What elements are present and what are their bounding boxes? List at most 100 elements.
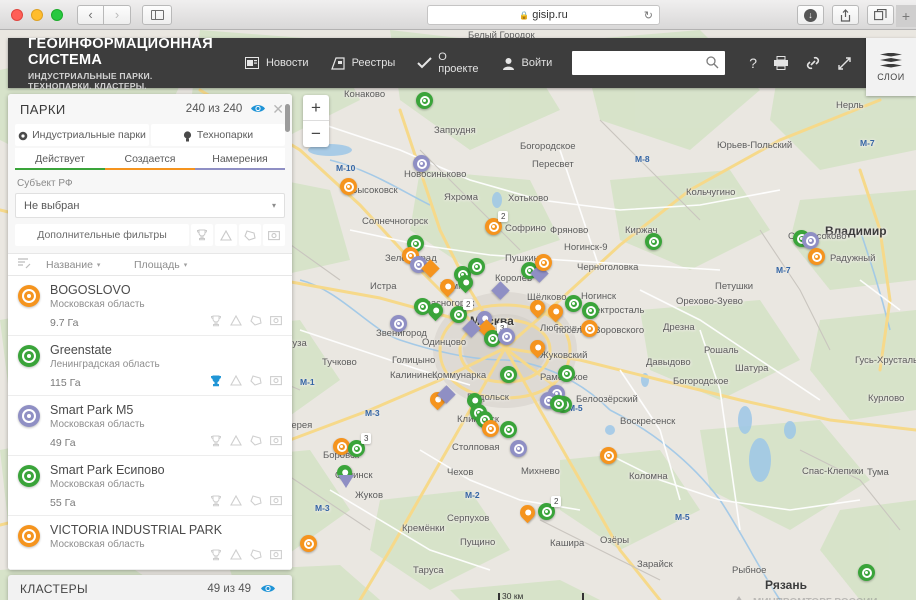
mountain-icon[interactable] — [228, 373, 243, 388]
map-marker-circle[interactable] — [340, 178, 357, 195]
map-marker-circle[interactable] — [581, 320, 598, 337]
polygon-icon[interactable] — [239, 224, 261, 246]
map-marker-pin[interactable] — [544, 300, 567, 323]
mountain-icon[interactable] — [228, 433, 243, 448]
map-marker-triangle[interactable] — [338, 475, 354, 488]
toggle-technoparks[interactable]: Технопарки — [151, 124, 285, 146]
map-marker-circle[interactable] — [600, 447, 617, 464]
map-marker-circle[interactable] — [468, 258, 485, 275]
map-marker-circle[interactable] — [558, 365, 575, 382]
trophy-icon[interactable] — [208, 313, 223, 328]
nav-item-registry[interactable]: Реестры — [331, 56, 395, 70]
nav-item-login[interactable]: Войти — [501, 57, 552, 70]
map-marker-circle[interactable] — [498, 328, 515, 345]
map-marker-circle[interactable] — [535, 254, 552, 271]
close-icon[interactable]: ✕ — [272, 102, 284, 116]
map-marker-circle[interactable] — [802, 232, 819, 249]
park-list-item[interactable]: Smart Park Есипово Московская область 55 Г… — [8, 456, 292, 516]
scrollbar-thumb[interactable] — [285, 104, 290, 132]
forward-button[interactable]: › — [104, 4, 131, 25]
map-marker-pin[interactable] — [454, 271, 477, 294]
tab-active[interactable]: Действует — [15, 148, 105, 170]
print-icon[interactable] — [773, 56, 789, 70]
column-area[interactable]: Площадь ▾ — [134, 259, 187, 271]
photo-icon[interactable] — [268, 493, 283, 508]
map-marker-circle[interactable] — [482, 420, 499, 437]
map-marker-circle[interactable] — [300, 535, 317, 552]
polygon-icon[interactable] — [248, 433, 263, 448]
map-marker-circle[interactable] — [416, 92, 433, 109]
column-name[interactable]: Название ▾ — [46, 259, 134, 271]
mountain-icon[interactable] — [228, 493, 243, 508]
extra-filters-button[interactable]: Дополнительные фильтры — [15, 224, 189, 246]
reload-icon[interactable]: ↻ — [644, 9, 653, 22]
search-input[interactable] — [572, 51, 726, 75]
downloads-button[interactable]: ↓ — [797, 5, 824, 25]
park-list-item[interactable]: Greenstate Ленинградская область 115 Га — [8, 336, 292, 396]
map-marker-circle[interactable] — [550, 395, 567, 412]
map-zoom-control[interactable]: + − — [303, 95, 329, 147]
subject-select[interactable]: Не выбран ▾ — [15, 193, 285, 218]
mountain-icon[interactable] — [215, 224, 237, 246]
map-marker-circle[interactable] — [413, 155, 430, 172]
map-marker-circle[interactable]: 3 — [348, 433, 372, 457]
search-icon[interactable] — [706, 56, 719, 72]
back-button[interactable]: ‹ — [77, 4, 104, 25]
map-marker-circle[interactable]: 2 — [485, 211, 509, 235]
map-marker-pin[interactable] — [516, 501, 539, 524]
minimize-window-button[interactable] — [31, 8, 43, 21]
park-list-item[interactable]: BOGOSLOVO Московская область 9.7 Га — [8, 276, 292, 336]
map-marker-circle[interactable] — [645, 233, 662, 250]
new-tab-button[interactable]: + — [896, 5, 916, 27]
eye-icon[interactable] — [250, 103, 266, 115]
zoom-in-button[interactable]: + — [303, 95, 329, 121]
map-marker-pin[interactable] — [526, 296, 549, 319]
mountain-icon[interactable] — [228, 313, 243, 328]
sort-icon[interactable] — [18, 257, 46, 272]
sidebar-toggle-button[interactable] — [142, 4, 172, 25]
mountain-icon[interactable] — [228, 547, 243, 562]
maximize-window-button[interactable] — [51, 8, 63, 21]
nav-item-about[interactable]: О проекте — [417, 51, 479, 75]
zoom-out-button[interactable]: − — [303, 121, 329, 147]
window-controls[interactable] — [11, 8, 63, 21]
tab-intentions[interactable]: Намерения — [195, 148, 285, 170]
map-marker-circle[interactable] — [510, 440, 527, 457]
trophy-icon[interactable] — [208, 433, 223, 448]
photo-icon[interactable] — [268, 373, 283, 388]
fullscreen-icon[interactable] — [837, 56, 852, 71]
help-icon[interactable]: ? — [749, 55, 757, 71]
polygon-icon[interactable] — [248, 493, 263, 508]
toggle-industrial-parks[interactable]: Индустриальные парки — [15, 124, 149, 146]
map-marker-circle[interactable] — [500, 366, 517, 383]
map-marker-pin[interactable] — [526, 336, 549, 359]
map-marker-circle[interactable] — [858, 564, 875, 581]
polygon-icon[interactable] — [248, 373, 263, 388]
photo-icon[interactable] — [268, 547, 283, 562]
link-icon[interactable] — [805, 56, 821, 70]
map-marker-circle[interactable] — [808, 248, 825, 265]
map-marker-circle[interactable] — [582, 302, 599, 319]
polygon-icon[interactable] — [248, 547, 263, 562]
tab-creating[interactable]: Создается — [105, 148, 195, 170]
accordion-section[interactable]: КЛАСТЕРЫ 49 из 49 — [8, 575, 292, 600]
tabs-button[interactable] — [867, 5, 894, 25]
polygon-icon[interactable] — [248, 313, 263, 328]
photo-icon[interactable] — [268, 313, 283, 328]
map-marker-circle[interactable] — [500, 421, 517, 438]
eye-icon[interactable] — [260, 583, 276, 595]
map-marker-circle[interactable]: 2 — [450, 299, 474, 323]
map-marker-circle[interactable] — [390, 315, 407, 332]
map-marker-circle[interactable] — [565, 295, 582, 312]
photo-icon[interactable] — [263, 224, 285, 246]
address-bar[interactable]: 🔒 gisip.ru ↻ — [427, 5, 660, 25]
trophy-icon[interactable] — [208, 547, 223, 562]
share-button[interactable] — [832, 5, 859, 25]
map-marker-pin[interactable] — [436, 275, 459, 298]
layers-button[interactable]: СЛОИ — [866, 38, 916, 96]
map-marker-pin[interactable] — [424, 299, 447, 322]
photo-icon[interactable] — [268, 433, 283, 448]
trophy-icon[interactable] — [208, 493, 223, 508]
trophy-icon[interactable] — [191, 224, 213, 246]
park-list-item[interactable]: VICTORIA INDUSTRIAL PARK Московская облас… — [8, 516, 292, 570]
